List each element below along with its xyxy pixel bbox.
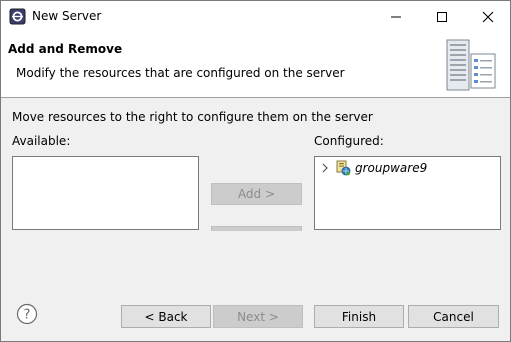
wizard-banner: Add and Remove Modify the resources that… [1, 32, 510, 98]
instruction-text: Move resources to the right to configure… [12, 110, 373, 124]
configured-list[interactable]: groupware9 [314, 156, 501, 230]
server-wizard-icon [446, 39, 496, 91]
web-module-icon [336, 160, 351, 176]
title-bar[interactable]: New Server [1, 1, 510, 32]
available-list[interactable] [12, 156, 199, 230]
back-button[interactable]: < Back [121, 305, 211, 328]
close-button[interactable] [465, 1, 510, 32]
add-button[interactable]: Add > [211, 183, 302, 205]
cancel-button[interactable]: Cancel [408, 305, 499, 328]
eclipse-app-icon [9, 8, 26, 25]
svg-text:?: ? [24, 308, 31, 323]
window-title: New Server [32, 9, 102, 23]
help-icon[interactable]: ? [16, 303, 38, 325]
minimize-button[interactable] [373, 1, 419, 32]
remove-button[interactable] [211, 226, 302, 231]
configured-label: Configured: [314, 134, 384, 148]
finish-button[interactable]: Finish [314, 305, 404, 328]
next-button[interactable]: Next > [213, 305, 303, 328]
footer-separator [1, 284, 510, 285]
tree-item-label: groupware9 [355, 161, 428, 175]
page-title: Add and Remove [8, 42, 123, 56]
tree-item-groupware9[interactable]: groupware9 [319, 159, 427, 177]
available-label: Available: [12, 134, 71, 148]
close-icon [482, 11, 494, 22]
maximize-icon [437, 11, 447, 22]
maximize-button[interactable] [419, 1, 465, 32]
page-description: Modify the resources that are configured… [16, 66, 345, 80]
minimize-icon [391, 16, 401, 17]
expand-chevron-icon[interactable] [319, 162, 331, 174]
new-server-dialog: New Server Add and Remove Modify the res… [0, 0, 511, 342]
